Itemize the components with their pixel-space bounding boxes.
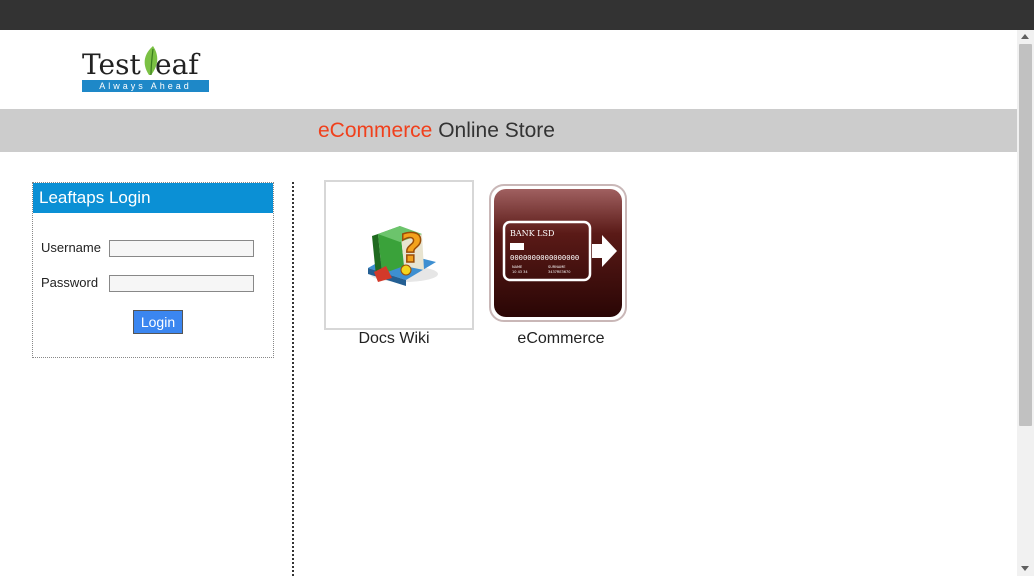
card-code-1: 10 43 34 bbox=[512, 270, 528, 274]
svg-text:eaf: eaf bbox=[155, 48, 201, 81]
login-heading: Leaftaps Login bbox=[33, 183, 273, 213]
bank-card-icon: BANK LSD 0000000000000000 NAME SURNAME 1… bbox=[489, 184, 627, 322]
card-field-1: NAME bbox=[512, 265, 522, 269]
book-question-icon: ? bbox=[368, 225, 438, 286]
app-tile-ecommerce[interactable]: BANK LSD 0000000000000000 NAME SURNAME 1… bbox=[488, 180, 638, 348]
banner-title-rest: Online Store bbox=[432, 119, 555, 142]
username-input[interactable] bbox=[109, 240, 254, 257]
svg-text:?: ? bbox=[400, 226, 423, 272]
docs-wiki-tile-image[interactable]: ? bbox=[324, 180, 474, 330]
login-button[interactable]: Login bbox=[133, 310, 183, 334]
docs-wiki-label[interactable]: Docs Wiki bbox=[324, 330, 464, 348]
login-panel: Leaftaps Login Username Password Login bbox=[32, 182, 274, 358]
app-tile-docs-wiki[interactable]: ? Docs Wiki bbox=[324, 180, 474, 348]
ecommerce-tile-image[interactable]: BANK LSD 0000000000000000 NAME SURNAME 1… bbox=[488, 180, 638, 330]
password-label: Password bbox=[41, 275, 99, 290]
page-scrollbar[interactable] bbox=[1017, 30, 1034, 576]
logo-tagline: Always Ahead bbox=[82, 80, 209, 92]
card-number: 0000000000000000 bbox=[510, 253, 579, 262]
testleaf-logo[interactable]: Test eaf Always Ahead bbox=[81, 45, 211, 95]
password-input[interactable] bbox=[109, 275, 254, 292]
ecommerce-label[interactable]: eCommerce bbox=[488, 330, 634, 348]
banner-title-accent: eCommerce bbox=[318, 119, 433, 142]
card-code-2: 3437RE3670 bbox=[548, 270, 570, 274]
scroll-down-arrow-icon[interactable] bbox=[1021, 566, 1029, 571]
testleaf-logo-wordmark: Test eaf bbox=[82, 46, 201, 81]
scrollbar-thumb[interactable] bbox=[1019, 44, 1032, 426]
store-banner: eCommerce Online Store bbox=[0, 109, 1017, 152]
svg-text:Test: Test bbox=[82, 48, 141, 81]
vertical-divider bbox=[292, 182, 294, 576]
browser-top-bar bbox=[0, 0, 1034, 30]
banner-title: eCommerce Online Store bbox=[318, 119, 555, 143]
scroll-up-arrow-icon[interactable] bbox=[1021, 34, 1029, 39]
card-bank-name: BANK LSD bbox=[510, 229, 554, 238]
username-label: Username bbox=[41, 240, 101, 255]
card-field-2: SURNAME bbox=[548, 265, 565, 269]
